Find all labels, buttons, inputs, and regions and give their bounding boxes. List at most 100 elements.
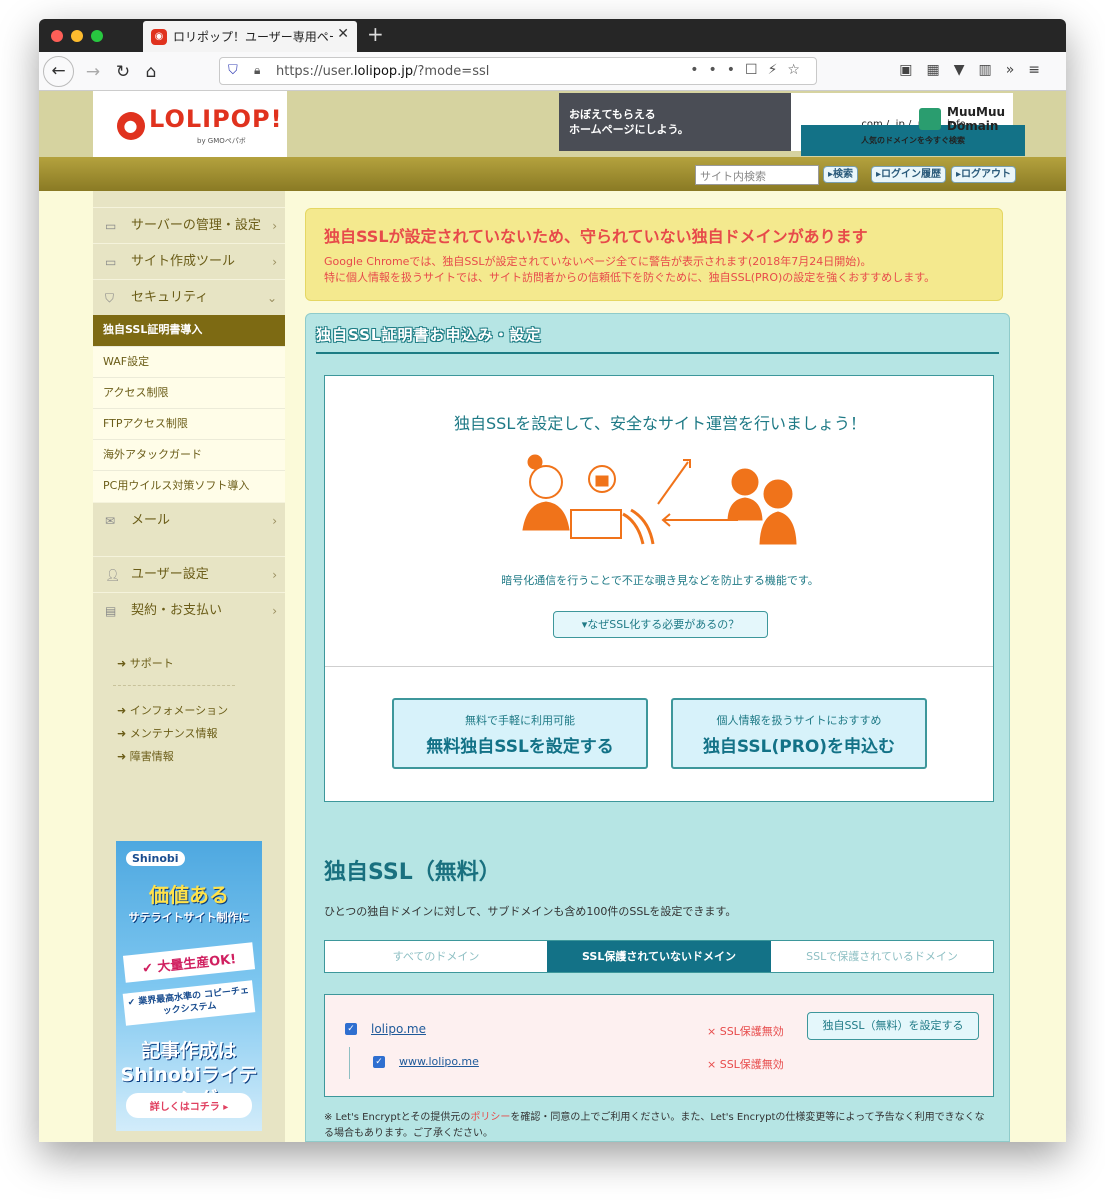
maintenance-link[interactable]: ➜ メンテナンス情報: [117, 725, 218, 741]
tab-close-icon[interactable]: ✕: [337, 26, 349, 42]
chevron-right-icon: ›: [272, 255, 277, 269]
sidebar-sub-waf[interactable]: WAF設定: [93, 346, 285, 377]
navigation-bar: ← → ↻ ⌂ ⛉ 🔒︎ https://user.lolipop.jp/?mo…: [39, 52, 1066, 91]
browser-window: ◉ ロリポップ！ユーザー専用ページ ✕ + ← → ↻ ⌂ ⛉ 🔒︎ https…: [39, 19, 1066, 1142]
login-history-button[interactable]: ▸ログイン履歴: [871, 166, 947, 183]
trouble-link[interactable]: ➜ 障害情報: [117, 748, 174, 764]
chevron-right-icon: ›: [272, 514, 277, 528]
ssl-intro-box: 独自SSLを設定して、安全なサイト運営を行いましょう！ 暗号化通信を行うことで不…: [324, 375, 994, 802]
page-content: ● LOLIPOP! by GMOペパボ おぼえてもらえる ホームページにしよう。 …: [39, 91, 1066, 1142]
sidebar-sub-attack[interactable]: 海外アタックガード: [93, 439, 285, 470]
intro-lead: 独自SSLを設定して、安全なサイト運営を行いましょう！: [454, 414, 866, 433]
banner2-brand1: MuuMuu: [947, 105, 1006, 119]
sidebar-sub-ssl[interactable]: 独自SSL証明書導入: [93, 315, 285, 346]
divider: [113, 685, 235, 686]
banner1-line2: ホームページにしよう。: [569, 123, 689, 136]
zoom-window-button[interactable]: [91, 30, 103, 42]
domain-list: ✓ lolipo.me × SSL保護無効 独自SSL（無料）を設定する ✓ w…: [324, 994, 994, 1097]
server-icon: ▭: [105, 219, 117, 233]
toolbar-extensions-icon[interactable]: ▣▦▼▥»≡: [899, 62, 1054, 78]
domain2-status: × SSL保護無効: [707, 1058, 784, 1071]
alert-title: 独自SSLが設定されていないため、守られていない独自ドメインがあります: [324, 227, 868, 246]
browser-tab[interactable]: ◉ ロリポップ！ユーザー専用ページ ✕: [143, 21, 357, 52]
ssl-warning-alert: 独自SSLが設定されていないため、守られていない独自ドメインがあります Goog…: [305, 208, 1003, 301]
ad-cta-button[interactable]: 詳しくはコチラ ▸: [126, 1093, 252, 1118]
sidebar-item-server[interactable]: ▭ サーバーの管理・設定 ›: [93, 207, 285, 243]
ad-headline: 価値ある: [149, 883, 229, 907]
tab-all-domains[interactable]: すべてのドメイン: [325, 941, 547, 972]
divider: [325, 666, 993, 667]
search-button[interactable]: ▸検索: [823, 166, 859, 183]
info-link[interactable]: ➜ インフォメーション: [117, 702, 228, 718]
forward-button[interactable]: →: [79, 58, 107, 86]
site-search-input[interactable]: サイト内検索: [695, 165, 819, 185]
domain2-name[interactable]: www.lolipo.me: [399, 1055, 479, 1068]
muumuu-banner[interactable]: .com / .jp / .net / .info 人気のドメインを今すぐ検索 …: [791, 93, 1025, 156]
alert-line2: 特に個人情報を扱うサイトでは、サイト訪問者からの信頼低下を防ぐために、独自SSL…: [324, 271, 936, 284]
minimize-window-button[interactable]: [71, 30, 83, 42]
sidebar-item-mail[interactable]: ✉ メール ›: [93, 502, 285, 538]
credit-card-icon: ▤: [105, 604, 117, 618]
why-ssl-button[interactable]: ▾なぜSSL化する必要があるの？: [553, 611, 768, 638]
domain1-name[interactable]: lolipo.me: [371, 1022, 426, 1036]
shinobi-ad-banner[interactable]: Shinobi 価値ある サテライトサイト制作に ✔ 大量生産OK! ✔ 業界最…: [116, 841, 262, 1131]
chevron-right-icon: ›: [272, 604, 277, 618]
shield-icon: ⛉: [105, 291, 115, 305]
tree-line: [349, 1047, 350, 1079]
logout-button[interactable]: ▸ログアウト: [951, 166, 1017, 183]
user-icon: 👤︎: [105, 568, 121, 582]
home-icon[interactable]: ⌂: [137, 58, 165, 86]
close-window-button[interactable]: [51, 30, 63, 42]
free-ssl-button[interactable]: 無料で手軽に利用可能 無料独自SSLを設定する: [392, 698, 648, 769]
lock-icon[interactable]: 🔒︎: [254, 63, 260, 78]
alert-line1: Google Chromeでは、独自SSLが設定されていないページ全てに警告が表…: [324, 255, 872, 268]
tab-title: ロリポップ！ユーザー専用ページ: [173, 30, 333, 44]
sidebar-sub-access[interactable]: アクセス制限: [93, 377, 285, 408]
sidebar: ▭ サーバーの管理・設定 › ▭ サイト作成ツール › ⛉ セキュリティ ⌄ 独自SSL証明…: [93, 191, 285, 1142]
reload-button[interactable]: ↻: [109, 58, 137, 86]
new-tab-button[interactable]: +: [367, 22, 384, 46]
logo-sub: by GMOペパボ: [197, 137, 246, 145]
lets-encrypt-note: ※ Let's Encryptとその提供元のポリシーを確認・同意の上でご利用くだ…: [324, 1112, 985, 1139]
url-text[interactable]: https://user.lolipop.jp/?mode=ssl: [276, 64, 489, 79]
sidebar-item-site-tools[interactable]: ▭ サイト作成ツール ›: [93, 243, 285, 279]
domain1-checkbox[interactable]: ✓: [345, 1023, 357, 1035]
page-actions-icon[interactable]: •••☐⚡☆: [690, 62, 810, 78]
ad-point2: ✔ 業界最高水準の コピーチェックシステム: [122, 980, 256, 1026]
domain-filter-tabs: すべてのドメイン SSL保護されていないドメイン SSLで保護されているドメイン: [324, 940, 994, 973]
address-bar[interactable]: ⛉ 🔒︎ https://user.lolipop.jp/?mode=ssl •…: [219, 57, 817, 85]
back-button[interactable]: ←: [43, 56, 74, 87]
ssl-panel: 独自SSL証明書お申込み・設定 独自SSLを設定して、安全なサイト運営を行いまし…: [305, 313, 1010, 1142]
ad-point1: ✔ 大量生産OK!: [122, 942, 256, 983]
hosting-banner[interactable]: おぼえてもらえる ホームページにしよう。: [559, 93, 791, 151]
ssl-illustration-icon: [522, 454, 797, 545]
pro-ssl-sub: 個人情報を扱うサイトにおすすめ: [716, 714, 882, 727]
shinobi-brand: Shinobi: [126, 851, 185, 866]
utility-bar: サイト内検索 ▸検索 ▸ログイン履歴 ▸ログアウト: [39, 157, 1066, 191]
tracking-shield-icon[interactable]: ⛉: [228, 63, 238, 78]
support-link[interactable]: ➜ サポート: [117, 655, 174, 671]
tab-unprotected-domains[interactable]: SSL保護されていないドメイン: [547, 941, 771, 972]
free-ssl-label: 無料独自SSLを設定する: [426, 737, 614, 757]
set-free-ssl-button[interactable]: 独自SSL（無料）を設定する: [807, 1012, 979, 1040]
pro-ssl-button[interactable]: 個人情報を扱うサイトにおすすめ 独自SSL(PRO)を申込む: [671, 698, 927, 769]
ad-subline: サテライトサイト制作に: [128, 911, 250, 924]
tab-protected-domains[interactable]: SSLで保護されているドメイン: [771, 941, 993, 972]
sidebar-item-user[interactable]: 👤︎ ユーザー設定 ›: [93, 556, 285, 592]
sidebar-item-security[interactable]: ⛉ セキュリティ ⌄: [93, 279, 285, 315]
site-header: ● LOLIPOP! by GMOペパボ おぼえてもらえる ホームページにしよう。 …: [39, 91, 1066, 157]
sidebar-item-contract[interactable]: ▤ 契約・お支払い ›: [93, 592, 285, 628]
domain2-checkbox[interactable]: ✓: [373, 1056, 385, 1068]
sidebar-sub-virus[interactable]: PC用ウイルス対策ソフト導入: [93, 470, 285, 502]
free-ssl-desc: ひとつの独自ドメインに対して、サブドメインも含め100件のSSLを設定できます。: [324, 905, 737, 918]
pro-ssl-label: 独自SSL(PRO)を申込む: [702, 737, 896, 757]
policy-link[interactable]: ポリシー: [470, 1112, 510, 1123]
logo[interactable]: ● LOLIPOP! by GMOペパボ: [93, 91, 287, 157]
sidebar-sub-ftp[interactable]: FTPアクセス制限: [93, 408, 285, 439]
intro-desc: 暗号化通信を行うことで不正な覗き見などを防止する機能です。: [501, 574, 819, 587]
tab-strip: ◉ ロリポップ！ユーザー専用ページ ✕ +: [39, 19, 1066, 52]
chevron-down-icon: ⌄: [266, 291, 277, 305]
panel-title: 独自SSL証明書お申込み・設定: [316, 324, 999, 354]
lolipop-favicon-icon: ◉: [151, 29, 167, 45]
banner2-brand2: Domain: [947, 119, 999, 133]
